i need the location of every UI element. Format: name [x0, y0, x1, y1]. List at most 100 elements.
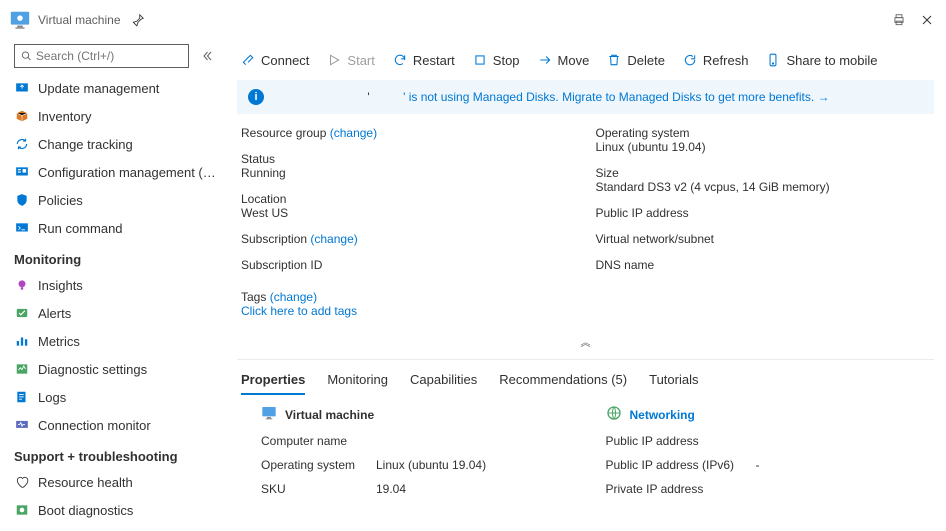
- logs-icon: [14, 389, 30, 405]
- sidebar-item-alerts[interactable]: Alerts: [0, 299, 225, 327]
- os-label: Operating system: [596, 126, 931, 140]
- refresh-button[interactable]: Refresh: [675, 44, 757, 76]
- sidebar-item-label: Insights: [38, 278, 83, 293]
- page-title: Virtual machine: [38, 13, 121, 27]
- sidebar-item-run-command[interactable]: Run command: [0, 214, 225, 242]
- detail-tabs: Properties Monitoring Capabilities Recom…: [237, 368, 934, 405]
- stop-button[interactable]: Stop: [465, 44, 528, 76]
- info-icon: i: [248, 89, 264, 105]
- sidebar-item-label: Resource health: [38, 475, 133, 490]
- tab-capabilities[interactable]: Capabilities: [410, 372, 477, 395]
- essentials-panel: Resource group (change) Status Running L…: [237, 122, 934, 330]
- delete-icon: [607, 53, 621, 67]
- sidebar: Update management Inventory Change track…: [0, 40, 225, 531]
- start-icon: [327, 53, 341, 67]
- run-command-icon: [14, 220, 30, 236]
- sidebar-item-label: Update management: [38, 81, 159, 96]
- header: Virtual machine: [0, 0, 946, 40]
- insights-icon: [14, 277, 30, 293]
- sidebar-item-connection-monitor[interactable]: Connection monitor: [0, 411, 225, 439]
- sidebar-item-metrics[interactable]: Metrics: [0, 327, 225, 355]
- os-value: Linux (ubuntu 19.04): [596, 140, 931, 154]
- resource-group-label: Resource group: [241, 126, 326, 140]
- move-icon: [538, 53, 552, 67]
- sidebar-item-diagnostic-settings[interactable]: Diagnostic settings: [0, 355, 225, 383]
- metrics-icon: [14, 333, 30, 349]
- sidebar-group-support: Support + troubleshooting: [0, 439, 225, 468]
- tab-monitoring[interactable]: Monitoring: [327, 372, 388, 395]
- pin-button[interactable]: [127, 9, 149, 31]
- sidebar-item-insights[interactable]: Insights: [0, 271, 225, 299]
- tags-add-link[interactable]: Click here to add tags: [241, 304, 576, 318]
- update-icon: [14, 80, 30, 96]
- prop-os-label: Operating system: [261, 458, 376, 472]
- tab-properties[interactable]: Properties: [241, 372, 305, 395]
- prop-pip6-label: Public IP address (IPv6): [606, 458, 756, 472]
- computer-name-label: Computer name: [261, 434, 376, 448]
- search-input[interactable]: [14, 44, 189, 68]
- main-content: Connect Start Restart Stop Move: [225, 40, 946, 531]
- sidebar-item-label: Boot diagnostics: [38, 503, 133, 518]
- properties-panel: Virtual machine Computer name Operating …: [237, 405, 934, 526]
- sidebar-item-logs[interactable]: Logs: [0, 383, 225, 411]
- share-button[interactable]: Share to mobile: [758, 44, 885, 76]
- subscription-id-label: Subscription ID: [241, 258, 576, 272]
- vm-icon: [261, 405, 277, 424]
- subscription-change-link[interactable]: (change): [310, 232, 357, 246]
- sidebar-item-label: Run command: [38, 221, 123, 236]
- sidebar-item-update-management[interactable]: Update management: [0, 74, 225, 102]
- alerts-icon: [14, 305, 30, 321]
- config-mgmt-icon: [14, 164, 30, 180]
- sidebar-item-label: Metrics: [38, 334, 80, 349]
- sidebar-item-label: Logs: [38, 390, 66, 405]
- delete-button[interactable]: Delete: [599, 44, 673, 76]
- tab-recommendations[interactable]: Recommendations (5): [499, 372, 627, 395]
- sidebar-item-label: Configuration management (…: [38, 165, 216, 180]
- move-button[interactable]: Move: [530, 44, 598, 76]
- prop-pip6-value: -: [756, 458, 760, 472]
- info-banner: i ' ' is not using Managed Disks. Migrat…: [237, 80, 934, 114]
- inventory-icon: [14, 108, 30, 124]
- networking-section-head[interactable]: Networking: [606, 405, 931, 424]
- boot-diagnostics-icon: [14, 502, 30, 518]
- sidebar-item-resource-health[interactable]: Resource health: [0, 468, 225, 496]
- networking-icon: [606, 405, 622, 424]
- start-button[interactable]: Start: [319, 44, 382, 76]
- connect-button[interactable]: Connect: [233, 44, 317, 76]
- close-button[interactable]: [916, 9, 938, 31]
- sidebar-item-policies[interactable]: Policies: [0, 186, 225, 214]
- location-label: Location: [241, 192, 576, 206]
- prop-pip-label: Public IP address: [606, 434, 756, 448]
- sidebar-item-label: Inventory: [38, 109, 91, 124]
- pip-label: Public IP address: [596, 206, 931, 220]
- status-value: Running: [241, 166, 576, 180]
- prop-os-value: Linux (ubuntu 19.04): [376, 458, 486, 472]
- sidebar-item-change-tracking[interactable]: Change tracking: [0, 130, 225, 158]
- tab-tutorials[interactable]: Tutorials: [649, 372, 698, 395]
- vm-icon: [8, 8, 32, 32]
- sidebar-item-label: Diagnostic settings: [38, 362, 147, 377]
- connect-icon: [241, 53, 255, 67]
- subscription-label: Subscription: [241, 232, 307, 246]
- diagnostic-icon: [14, 361, 30, 377]
- sidebar-item-configuration-management[interactable]: Configuration management (…: [0, 158, 225, 186]
- vnet-label: Virtual network/subnet: [596, 232, 931, 246]
- vm-section-head: Virtual machine: [261, 405, 586, 424]
- sidebar-group-monitoring: Monitoring: [0, 242, 225, 271]
- resource-group-change-link[interactable]: (change): [330, 126, 377, 140]
- print-button[interactable]: [888, 9, 910, 31]
- sidebar-item-boot-diagnostics[interactable]: Boot diagnostics: [0, 496, 225, 524]
- size-value: Standard DS3 v2 (4 vcpus, 14 GiB memory): [596, 180, 931, 194]
- prop-sku-label: SKU: [261, 482, 376, 496]
- policies-icon: [14, 192, 30, 208]
- sidebar-item-label: Connection monitor: [38, 418, 151, 433]
- sidebar-item-inventory[interactable]: Inventory: [0, 102, 225, 130]
- connection-monitor-icon: [14, 417, 30, 433]
- banner-link[interactable]: ' is not using Managed Disks. Migrate to…: [403, 90, 830, 104]
- essentials-collapse-toggle[interactable]: ︽: [237, 330, 934, 359]
- change-tracking-icon: [14, 136, 30, 152]
- tags-label: Tags: [241, 290, 266, 304]
- tags-change-link[interactable]: (change): [270, 290, 317, 304]
- restart-button[interactable]: Restart: [385, 44, 463, 76]
- collapse-sidebar-button[interactable]: [197, 46, 217, 66]
